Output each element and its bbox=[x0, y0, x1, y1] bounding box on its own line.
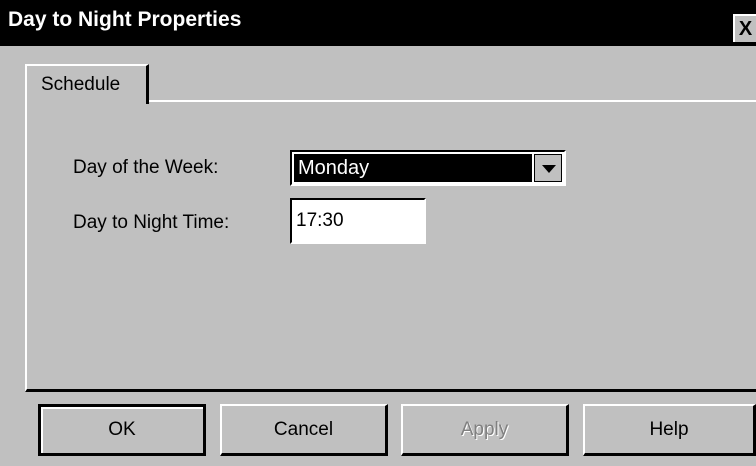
day-to-night-time-label: Day to Night Time: bbox=[73, 212, 230, 233]
day-to-night-time-input[interactable] bbox=[290, 198, 426, 244]
apply-button[interactable]: Apply bbox=[401, 404, 569, 456]
cancel-button[interactable]: Cancel bbox=[220, 404, 388, 456]
tab-schedule[interactable]: Schedule bbox=[25, 64, 149, 104]
close-button[interactable]: X bbox=[733, 14, 756, 42]
chevron-down-icon[interactable] bbox=[534, 154, 562, 182]
window-title: Day to Night Properties bbox=[8, 8, 242, 31]
help-button[interactable]: Help bbox=[583, 404, 756, 456]
properties-dialog: Day to Night Properties X Schedule Day o… bbox=[0, 0, 756, 466]
title-bar: Day to Night Properties X bbox=[0, 0, 756, 46]
day-of-week-value: Monday bbox=[294, 154, 532, 182]
ok-button[interactable]: OK bbox=[38, 404, 206, 456]
tab-panel bbox=[25, 100, 756, 392]
day-of-week-label: Day of the Week: bbox=[73, 157, 219, 178]
day-of-week-select[interactable]: Monday bbox=[290, 150, 566, 186]
tab-schedule-label: Schedule bbox=[41, 74, 121, 95]
close-icon: X bbox=[738, 17, 753, 40]
